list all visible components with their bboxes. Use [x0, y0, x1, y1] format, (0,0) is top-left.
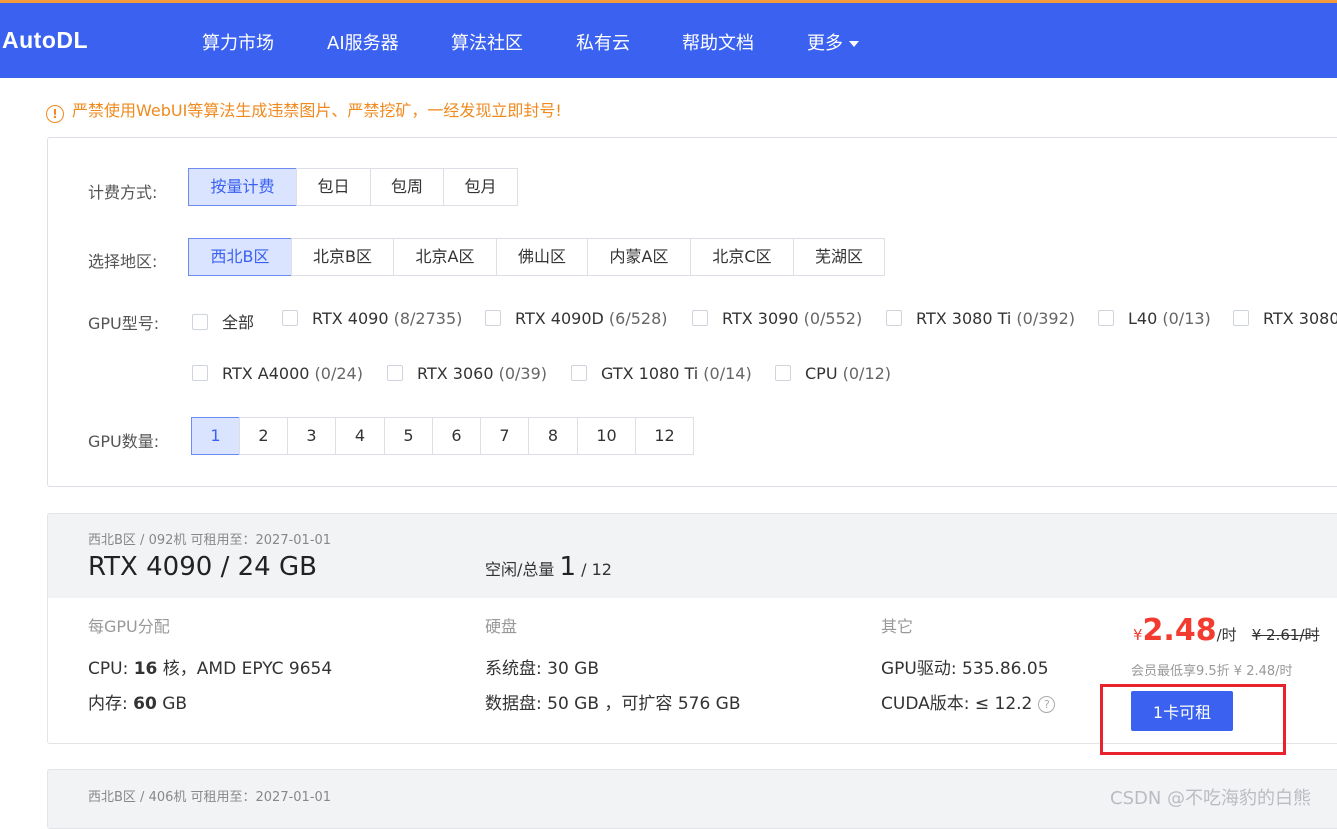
checkbox-icon: [1098, 310, 1114, 326]
gpu-model-title: RTX 4090 / 24 GB: [88, 552, 317, 582]
gpu-driver-spec: GPU驱动: 535.86.05: [881, 659, 1049, 679]
gpu-model-checkbox[interactable]: RTX 3080 Ti (0/392): [886, 309, 1075, 329]
gpu-model-checkbox[interactable]: CPU (0/12): [775, 364, 891, 384]
gpu-model-checkbox[interactable]: L40 (0/13): [1098, 309, 1211, 329]
nav-help-docs[interactable]: 帮助文档: [682, 29, 754, 55]
disk-section-title: 硬盘: [485, 617, 518, 636]
nav-algorithm-community[interactable]: 算法社区: [451, 29, 523, 55]
memory-spec: 内存: 60 GB: [88, 694, 188, 714]
gpu-count-option-2[interactable]: 2: [239, 417, 288, 455]
gpu-count-option-1[interactable]: 1: [191, 417, 240, 455]
nav-private-cloud[interactable]: 私有云: [576, 29, 630, 55]
chevron-down-icon: [849, 41, 859, 47]
gpu-model-checkbox[interactable]: RTX 4090 (8/2735): [282, 309, 462, 329]
top-navbar: AutoDL 算力市场 AI服务器 算法社区 私有云 帮助文档 更多: [0, 0, 1337, 89]
cpu-spec: CPU: 16 核，AMD EPYC 9654: [88, 659, 333, 679]
price-block: ¥2.48/时 ¥ 2.61/时: [1133, 613, 1320, 648]
nav-label: 更多: [807, 33, 843, 54]
hourly-price: 2.48: [1142, 613, 1217, 648]
gpu-model-checkbox[interactable]: RTX 3080: [1233, 309, 1337, 329]
billing-option-hourly[interactable]: 按量计费: [188, 168, 297, 206]
billing-option-weekly[interactable]: 包周: [370, 168, 444, 206]
help-icon[interactable]: ?: [1038, 696, 1056, 713]
autodl-logo[interactable]: AutoDL: [2, 27, 88, 54]
checkbox-icon: [192, 314, 208, 330]
region-option-beijing-a[interactable]: 北京A区: [393, 238, 497, 276]
gpu-count-option-7[interactable]: 7: [480, 417, 529, 455]
checkbox-icon: [886, 310, 902, 326]
billing-option-monthly[interactable]: 包月: [443, 168, 518, 206]
gpu-model-label: GPU型号:: [88, 314, 160, 333]
gpu-model-checkbox[interactable]: RTX 4090D (6/528): [485, 309, 668, 329]
checkbox-icon: [387, 365, 403, 381]
cuda-version-spec: CUDA版本: ≤ 12.2?: [881, 689, 1056, 714]
nav-ai-server[interactable]: AI服务器: [327, 29, 399, 55]
per-gpu-section-title: 每GPU分配: [88, 617, 170, 636]
gpu-model-checkbox[interactable]: RTX 3090 (0/552): [692, 309, 862, 329]
gpu-count-option-12[interactable]: 12: [635, 417, 694, 455]
region-option-beijing-c[interactable]: 北京C区: [690, 238, 794, 276]
warning-notice: ! 严禁使用WebUI等算法生成违禁图片、严禁挖矿，一经发现立即封号!: [46, 97, 562, 123]
gpu-model-checkbox[interactable]: RTX A4000 (0/24): [192, 364, 363, 384]
gpu-model-checkbox[interactable]: RTX 3060 (0/39): [387, 364, 547, 384]
gpu-count-option-10[interactable]: 10: [577, 417, 636, 455]
billing-option-daily[interactable]: 包日: [296, 168, 371, 206]
region-option-beijing-b[interactable]: 北京B区: [291, 238, 394, 276]
data-disk-spec: 数据盘: 50 GB ，可扩容 576 GB: [485, 694, 741, 714]
active-indicator: [227, 83, 255, 89]
system-disk-spec: 系统盘: 30 GB: [485, 659, 600, 679]
checkbox-icon: [282, 310, 298, 326]
region-option-neimeng-a[interactable]: 内蒙A区: [587, 238, 691, 276]
region-label: 选择地区:: [88, 252, 158, 271]
other-section-title: 其它: [881, 617, 914, 636]
availability: 空闲/总量 1 / 12: [485, 552, 612, 582]
gpu-count-option-3[interactable]: 3: [287, 417, 336, 455]
checkbox-icon: [692, 310, 708, 326]
checkbox-icon: [485, 310, 501, 326]
warning-icon: !: [46, 105, 64, 123]
nav-more[interactable]: 更多: [807, 29, 859, 55]
watermark: CSDN @不吃海豹的白熊: [1110, 788, 1312, 809]
nav-label: 算力市场: [202, 33, 274, 54]
billing-label: 计费方式:: [88, 183, 158, 202]
gpu-model-checkbox[interactable]: 全部: [192, 309, 254, 332]
checkbox-icon: [571, 365, 587, 381]
region-option-foshan[interactable]: 佛山区: [496, 238, 588, 276]
highlight-box: [1100, 684, 1286, 755]
gpu-model-checkbox[interactable]: GTX 1080 Ti (0/14): [571, 364, 752, 384]
nav-compute-market[interactable]: 算力市场: [202, 29, 274, 89]
gpu-count-label: GPU数量:: [88, 432, 160, 451]
gpu-count-option-6[interactable]: 6: [432, 417, 481, 455]
checkbox-icon: [1233, 310, 1249, 326]
region-option-wuhu[interactable]: 芜湖区: [793, 238, 885, 276]
member-discount: 会员最低享9.5折 ¥ 2.48/时: [1131, 664, 1293, 679]
gpu-count-option-5[interactable]: 5: [384, 417, 433, 455]
currency-symbol: ¥: [1133, 626, 1143, 644]
gpu-count-option-4[interactable]: 4: [335, 417, 385, 455]
checkbox-icon: [192, 365, 208, 381]
original-price: ¥ 2.61/时: [1251, 626, 1320, 644]
price-unit: /时: [1216, 626, 1237, 644]
region-option-xibei-b[interactable]: 西北B区: [188, 238, 292, 276]
notice-text: 严禁使用WebUI等算法生成违禁图片、严禁挖矿，一经发现立即封号!: [72, 101, 562, 120]
checkbox-icon: [775, 365, 791, 381]
gpu-count-option-8[interactable]: 8: [528, 417, 578, 455]
machine-meta: 西北B区 / 406机 可租用至：2027-01-01: [88, 790, 332, 805]
machine-meta: 西北B区 / 092机 可租用至：2027-01-01: [88, 533, 332, 548]
